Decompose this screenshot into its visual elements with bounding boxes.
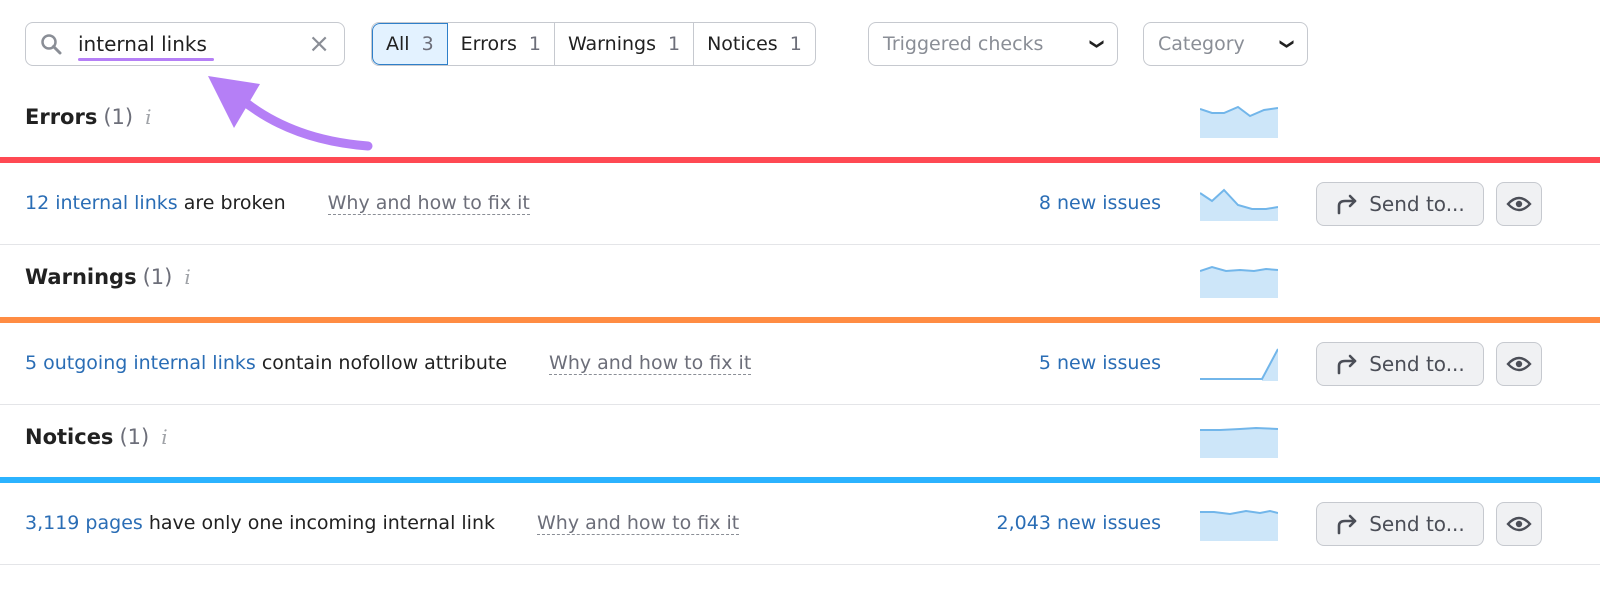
errors-severity-bar xyxy=(0,157,1600,163)
info-icon[interactable]: i xyxy=(184,265,190,289)
issue-row: 3,119 pages have only one incoming inter… xyxy=(25,512,740,535)
new-issues-link[interactable]: 8 new issues xyxy=(1039,192,1161,214)
clear-icon[interactable]: × xyxy=(308,29,330,59)
annotation-underline xyxy=(78,58,214,61)
triggered-checks-dropdown[interactable]: Triggered checks ❯ xyxy=(868,22,1118,66)
chevron-down-icon: ❯ xyxy=(1279,38,1296,50)
eye-icon xyxy=(1506,356,1532,372)
search-icon xyxy=(41,34,62,55)
why-fix-link[interactable]: Why and how to fix it xyxy=(536,512,740,535)
notices-severity-bar xyxy=(0,477,1600,483)
info-icon[interactable]: i xyxy=(145,105,151,129)
issue-text: contain nofollow attribute xyxy=(255,352,508,374)
filter-all[interactable]: All 3 xyxy=(372,23,448,65)
filter-warnings[interactable]: Warnings 1 xyxy=(555,23,695,65)
eye-icon xyxy=(1506,196,1532,212)
trend-sparkline xyxy=(1200,426,1278,458)
issue-text: have only one incoming internal link xyxy=(142,512,495,534)
issue-sparkline xyxy=(1200,348,1278,381)
why-fix-link[interactable]: Why and how to fix it xyxy=(549,352,752,375)
dropdown-label: Category xyxy=(1158,33,1245,55)
chevron-down-icon: ❯ xyxy=(1089,38,1106,50)
severity-filter: All 3 Errors 1 Warnings 1 Notices 1 xyxy=(371,22,816,66)
issue-row: 12 internal links are broken Why and how … xyxy=(25,192,530,215)
search-input[interactable]: internal links × xyxy=(25,22,345,66)
issue-link[interactable]: 12 internal links xyxy=(25,192,178,214)
share-arrow-icon xyxy=(1337,194,1357,215)
issue-link[interactable]: 5 outgoing internal links xyxy=(25,352,256,374)
annotation-arrow-icon xyxy=(208,76,373,151)
share-arrow-icon xyxy=(1337,354,1357,375)
filter-notices[interactable]: Notices 1 xyxy=(694,23,815,65)
eye-icon xyxy=(1506,516,1532,532)
hide-issue-button[interactable] xyxy=(1496,182,1542,226)
search-value: internal links xyxy=(78,32,207,56)
trend-sparkline xyxy=(1200,105,1278,138)
send-to-button[interactable]: Send to... xyxy=(1316,342,1484,386)
hide-issue-button[interactable] xyxy=(1496,342,1542,386)
info-icon[interactable]: i xyxy=(161,425,167,449)
hide-issue-button[interactable] xyxy=(1496,502,1542,546)
issue-text: are broken xyxy=(177,192,286,214)
why-fix-link[interactable]: Why and how to fix it xyxy=(327,192,530,215)
warnings-severity-bar xyxy=(0,317,1600,323)
new-issues-link[interactable]: 2,043 new issues xyxy=(997,512,1161,534)
new-issues-link[interactable]: 5 new issues xyxy=(1039,352,1161,374)
section-header-warnings: Warnings (1) i xyxy=(25,265,191,289)
share-arrow-icon xyxy=(1337,514,1357,535)
issue-sparkline xyxy=(1200,188,1278,221)
send-to-button[interactable]: Send to... xyxy=(1316,502,1484,546)
filter-errors[interactable]: Errors 1 xyxy=(448,23,555,65)
send-to-button[interactable]: Send to... xyxy=(1316,182,1484,226)
section-header-notices: Notices (1) i xyxy=(25,425,168,449)
row-divider xyxy=(0,564,1600,565)
issue-link[interactable]: 3,119 pages xyxy=(25,512,143,534)
issue-row: 5 outgoing internal links contain nofoll… xyxy=(25,352,752,375)
row-divider xyxy=(0,404,1600,405)
trend-sparkline xyxy=(1200,265,1278,298)
issue-sparkline xyxy=(1200,509,1278,541)
category-dropdown[interactable]: Category ❯ xyxy=(1143,22,1308,66)
row-divider xyxy=(0,244,1600,245)
dropdown-label: Triggered checks xyxy=(883,33,1044,55)
section-header-errors: Errors (1) i xyxy=(25,105,152,129)
